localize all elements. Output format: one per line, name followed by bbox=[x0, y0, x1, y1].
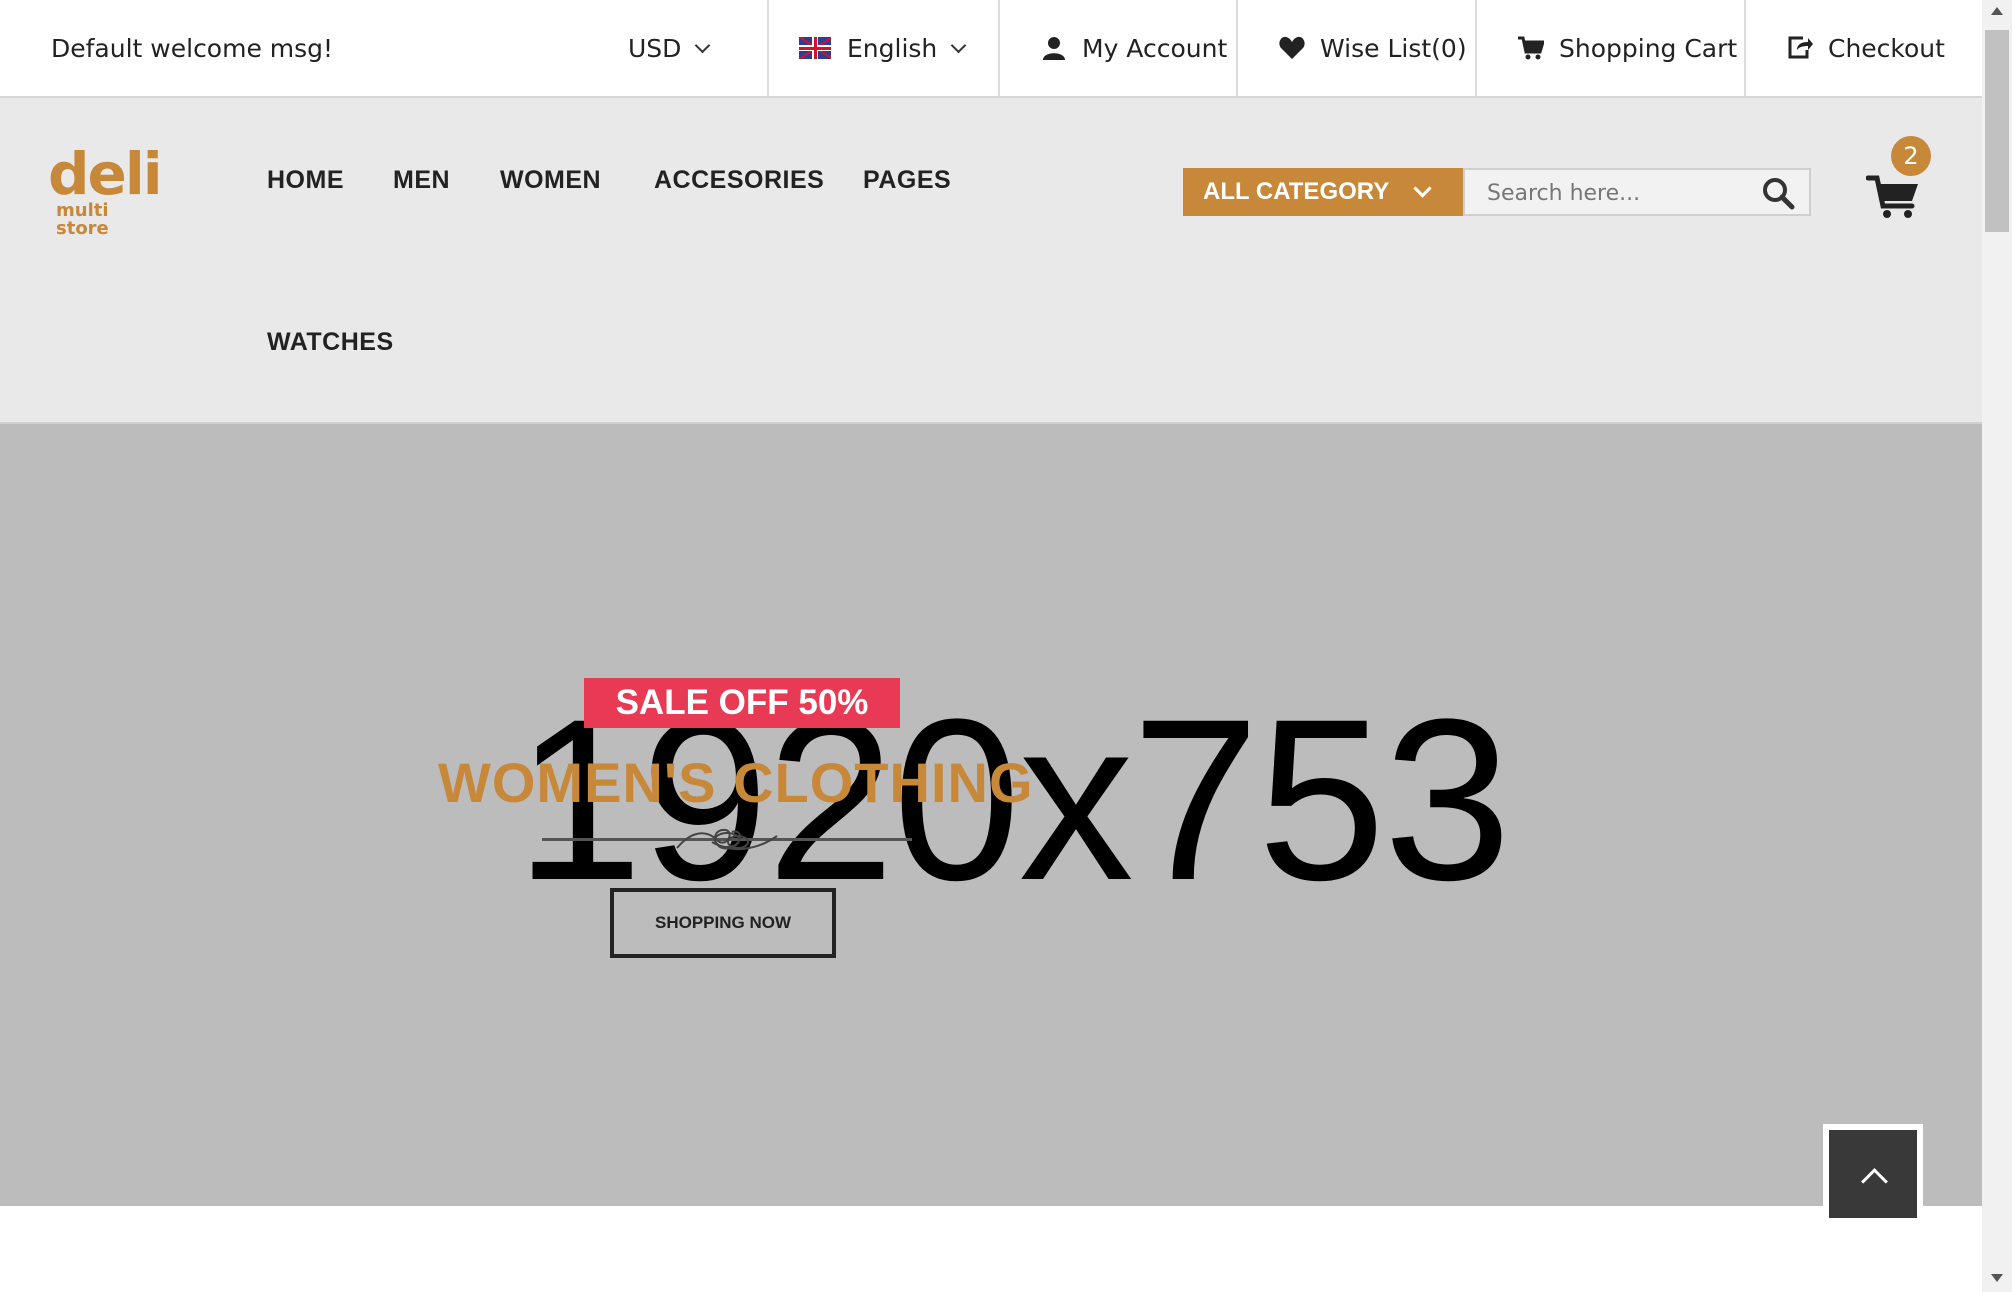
language-selector[interactable]: English bbox=[767, 0, 999, 96]
store-logo[interactable]: deli multi store bbox=[48, 140, 163, 238]
shopping-now-button[interactable]: SHOPPING NOW bbox=[610, 888, 836, 958]
my-account-link[interactable]: My Account bbox=[998, 0, 1237, 96]
nav-men[interactable]: MEN bbox=[393, 166, 450, 195]
scroll-up-arrow-icon[interactable] bbox=[1991, 7, 2003, 15]
share-icon bbox=[1786, 34, 1814, 62]
shopping-cart-label: Shopping Cart bbox=[1559, 33, 1738, 63]
back-to-top-button[interactable] bbox=[1823, 1124, 1923, 1220]
category-dropdown[interactable]: ALL CATEGORY bbox=[1183, 168, 1463, 216]
nav-home[interactable]: HOME bbox=[267, 166, 344, 195]
wishlist-label: Wise List(0) bbox=[1320, 33, 1467, 63]
vertical-scrollbar[interactable] bbox=[1982, 0, 2012, 1292]
chevron-down-icon bbox=[951, 37, 967, 53]
chevron-down-icon bbox=[1413, 179, 1432, 198]
user-icon bbox=[1040, 34, 1068, 62]
uk-flag-icon bbox=[799, 37, 831, 59]
my-account-label: My Account bbox=[1082, 33, 1228, 63]
page: Default welcome msg! USD English My Acco… bbox=[0, 0, 1982, 1292]
nav-accesories[interactable]: ACCESORIES bbox=[654, 166, 824, 195]
hero-title: WOMEN'S CLOTHING bbox=[438, 751, 1034, 814]
chevron-up-icon bbox=[1861, 1168, 1888, 1195]
nav-pages[interactable]: PAGES bbox=[863, 166, 951, 195]
top-bar: Default welcome msg! USD English My Acco… bbox=[0, 0, 1982, 98]
nav-watches[interactable]: WATCHES bbox=[267, 328, 394, 357]
chevron-down-icon bbox=[695, 37, 711, 53]
sale-badge: SALE OFF 50% bbox=[584, 678, 900, 728]
cart-count-badge: 2 bbox=[1891, 136, 1931, 176]
cart-icon bbox=[1865, 175, 1918, 218]
heart-icon bbox=[1278, 34, 1306, 62]
search-box bbox=[1463, 168, 1811, 216]
checkout-link[interactable]: Checkout bbox=[1744, 0, 1982, 96]
scroll-thumb[interactable] bbox=[1985, 30, 2009, 232]
currency-label: USD bbox=[628, 33, 682, 63]
cart-icon bbox=[1517, 34, 1545, 62]
scroll-down-arrow-icon[interactable] bbox=[1991, 1274, 2003, 1282]
search-icon[interactable] bbox=[1761, 176, 1795, 210]
search-input[interactable] bbox=[1465, 170, 1759, 216]
main-header: deli multi store HOME MEN WOMEN ACCESORI… bbox=[0, 98, 1982, 424]
shopping-cart-link[interactable]: Shopping Cart bbox=[1475, 0, 1745, 96]
nav-women[interactable]: WOMEN bbox=[500, 166, 601, 195]
hero-banner: 1920x753 SALE OFF 50% WOMEN'S CLOTHING S… bbox=[0, 424, 1982, 1206]
header-cart-button[interactable] bbox=[1865, 170, 1926, 222]
category-label: ALL CATEGORY bbox=[1203, 178, 1390, 205]
back-to-top-inner[interactable] bbox=[1829, 1130, 1917, 1218]
currency-selector[interactable]: USD bbox=[628, 0, 768, 96]
welcome-message: Default welcome msg! bbox=[51, 34, 334, 63]
ornament-flourish-icon bbox=[676, 828, 778, 851]
logo-main-text: deli bbox=[48, 140, 163, 208]
wishlist-link[interactable]: Wise List(0) bbox=[1236, 0, 1476, 96]
checkout-label: Checkout bbox=[1828, 33, 1945, 63]
language-label: English bbox=[847, 33, 938, 63]
